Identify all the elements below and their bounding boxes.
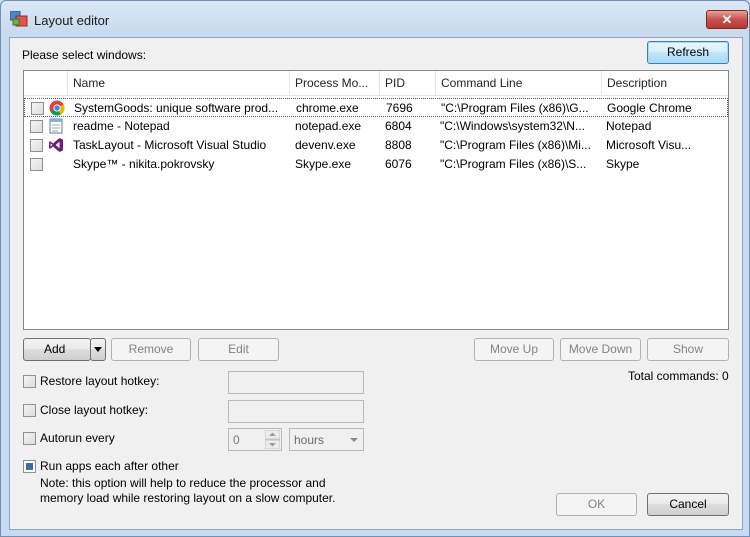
autorun-label: Autorun every (40, 431, 115, 445)
autorun-unit-select[interactable]: hours (289, 428, 364, 451)
window-frame: Layout editor ✕ Please select windows: R… (0, 0, 750, 537)
cell-process: Skype.exe (295, 157, 352, 171)
cell-name: SystemGoods: unique software prod... (74, 101, 279, 115)
restore-hotkey-label: Restore layout hotkey: (40, 374, 160, 388)
column-header-pid[interactable]: PID (380, 71, 436, 95)
cell-command-line: "C:\Windows\system32\N... (440, 119, 585, 133)
show-button[interactable]: Show (647, 338, 729, 361)
cell-name: readme - Notepad (73, 119, 170, 133)
cell-description: Microsoft Visu... (606, 138, 692, 152)
cell-command-line: "C:\Program Files (x86)\S... (440, 157, 587, 171)
chevron-down-icon (350, 438, 358, 442)
cell-pid: 8808 (385, 138, 412, 152)
spin-arrows-icon[interactable] (265, 430, 280, 449)
cell-description: Skype (606, 157, 640, 171)
windows-list[interactable]: Name Process Mo... PID Command Line Desc… (23, 70, 729, 330)
restore-hotkey-field[interactable] (228, 371, 364, 394)
visual-studio-icon (49, 138, 63, 152)
list-header: Name Process Mo... PID Command Line Desc… (24, 71, 728, 96)
remove-button[interactable]: Remove (111, 338, 191, 361)
run-apps-sequential-label: Run apps each after other (40, 459, 179, 473)
row-checkbox[interactable] (30, 120, 43, 133)
cell-name: TaskLayout - Microsoft Visual Studio (73, 138, 267, 152)
close-hotkey-checkbox[interactable] (23, 404, 36, 417)
move-up-button[interactable]: Move Up (474, 338, 554, 361)
column-header-process[interactable]: Process Mo... (290, 71, 380, 95)
cell-command-line: "C:\Program Files (x86)\Mi... (440, 138, 591, 152)
cell-process: chrome.exe (296, 101, 359, 115)
autorun-checkbox[interactable] (23, 432, 36, 445)
notepad-icon (49, 118, 63, 134)
autorun-interval-stepper[interactable]: 0 (228, 428, 282, 451)
autorun-unit-value: hours (294, 433, 325, 447)
cell-pid: 6076 (385, 157, 412, 171)
app-icon (10, 11, 28, 27)
ok-button[interactable]: OK (556, 493, 637, 516)
window-title: Layout editor (34, 13, 110, 28)
table-row[interactable]: SystemGoods: unique software prod... chr… (24, 98, 728, 117)
cell-process: devenv.exe (295, 138, 356, 152)
select-windows-label: Please select windows: (22, 48, 147, 62)
cell-name: Skype™ - nikita.pokrovsky (73, 157, 215, 171)
skype-icon (48, 157, 64, 173)
column-header-command-line[interactable]: Command Line (436, 71, 602, 95)
autorun-interval-value: 0 (233, 433, 240, 447)
dialog-body: Please select windows: Refresh Name Proc… (9, 37, 743, 530)
table-row[interactable]: TaskLayout - Microsoft Visual Studio dev… (24, 136, 728, 155)
add-button-label: Add (44, 342, 66, 356)
row-checkbox[interactable] (31, 102, 44, 115)
close-hotkey-label: Close layout hotkey: (40, 403, 149, 417)
cell-description: Google Chrome (607, 101, 692, 115)
close-hotkey-field[interactable] (228, 400, 364, 423)
cancel-button[interactable]: Cancel (647, 493, 729, 516)
cell-pid: 7696 (386, 101, 413, 115)
run-apps-sequential-checkbox[interactable] (23, 460, 36, 473)
add-dropdown-button[interactable] (90, 338, 106, 361)
restore-hotkey-checkbox[interactable] (23, 375, 36, 388)
cell-description: Notepad (606, 119, 652, 133)
dropdown-arrow-icon (94, 347, 102, 352)
move-down-button[interactable]: Move Down (560, 338, 641, 361)
note-text-line2: memory load while restoring layout on a … (40, 491, 336, 505)
row-checkbox[interactable] (30, 158, 43, 171)
total-commands-label: Total commands: 0 (628, 369, 729, 383)
cell-pid: 6804 (385, 119, 412, 133)
note-text-line1: Note: this option will help to reduce th… (40, 476, 326, 490)
refresh-button[interactable]: Refresh (647, 41, 729, 64)
add-button[interactable]: Add (23, 338, 91, 361)
row-checkbox[interactable] (30, 139, 43, 152)
column-header-description[interactable]: Description (602, 71, 728, 95)
column-header-name[interactable]: Name (68, 71, 290, 95)
chrome-icon (49, 100, 65, 116)
edit-button[interactable]: Edit (198, 338, 279, 361)
close-button[interactable]: ✕ (706, 10, 748, 29)
table-row[interactable]: Skype™ - nikita.pokrovsky Skype.exe 6076… (24, 155, 728, 174)
cell-command-line: "C:\Program Files (x86)\G... (441, 101, 589, 115)
table-row[interactable]: readme - Notepad notepad.exe 6804 "C:\Wi… (24, 117, 728, 136)
header-checkbox-column (24, 71, 68, 95)
cell-process: notepad.exe (295, 119, 362, 133)
titlebar: Layout editor ✕ (1, 1, 749, 37)
